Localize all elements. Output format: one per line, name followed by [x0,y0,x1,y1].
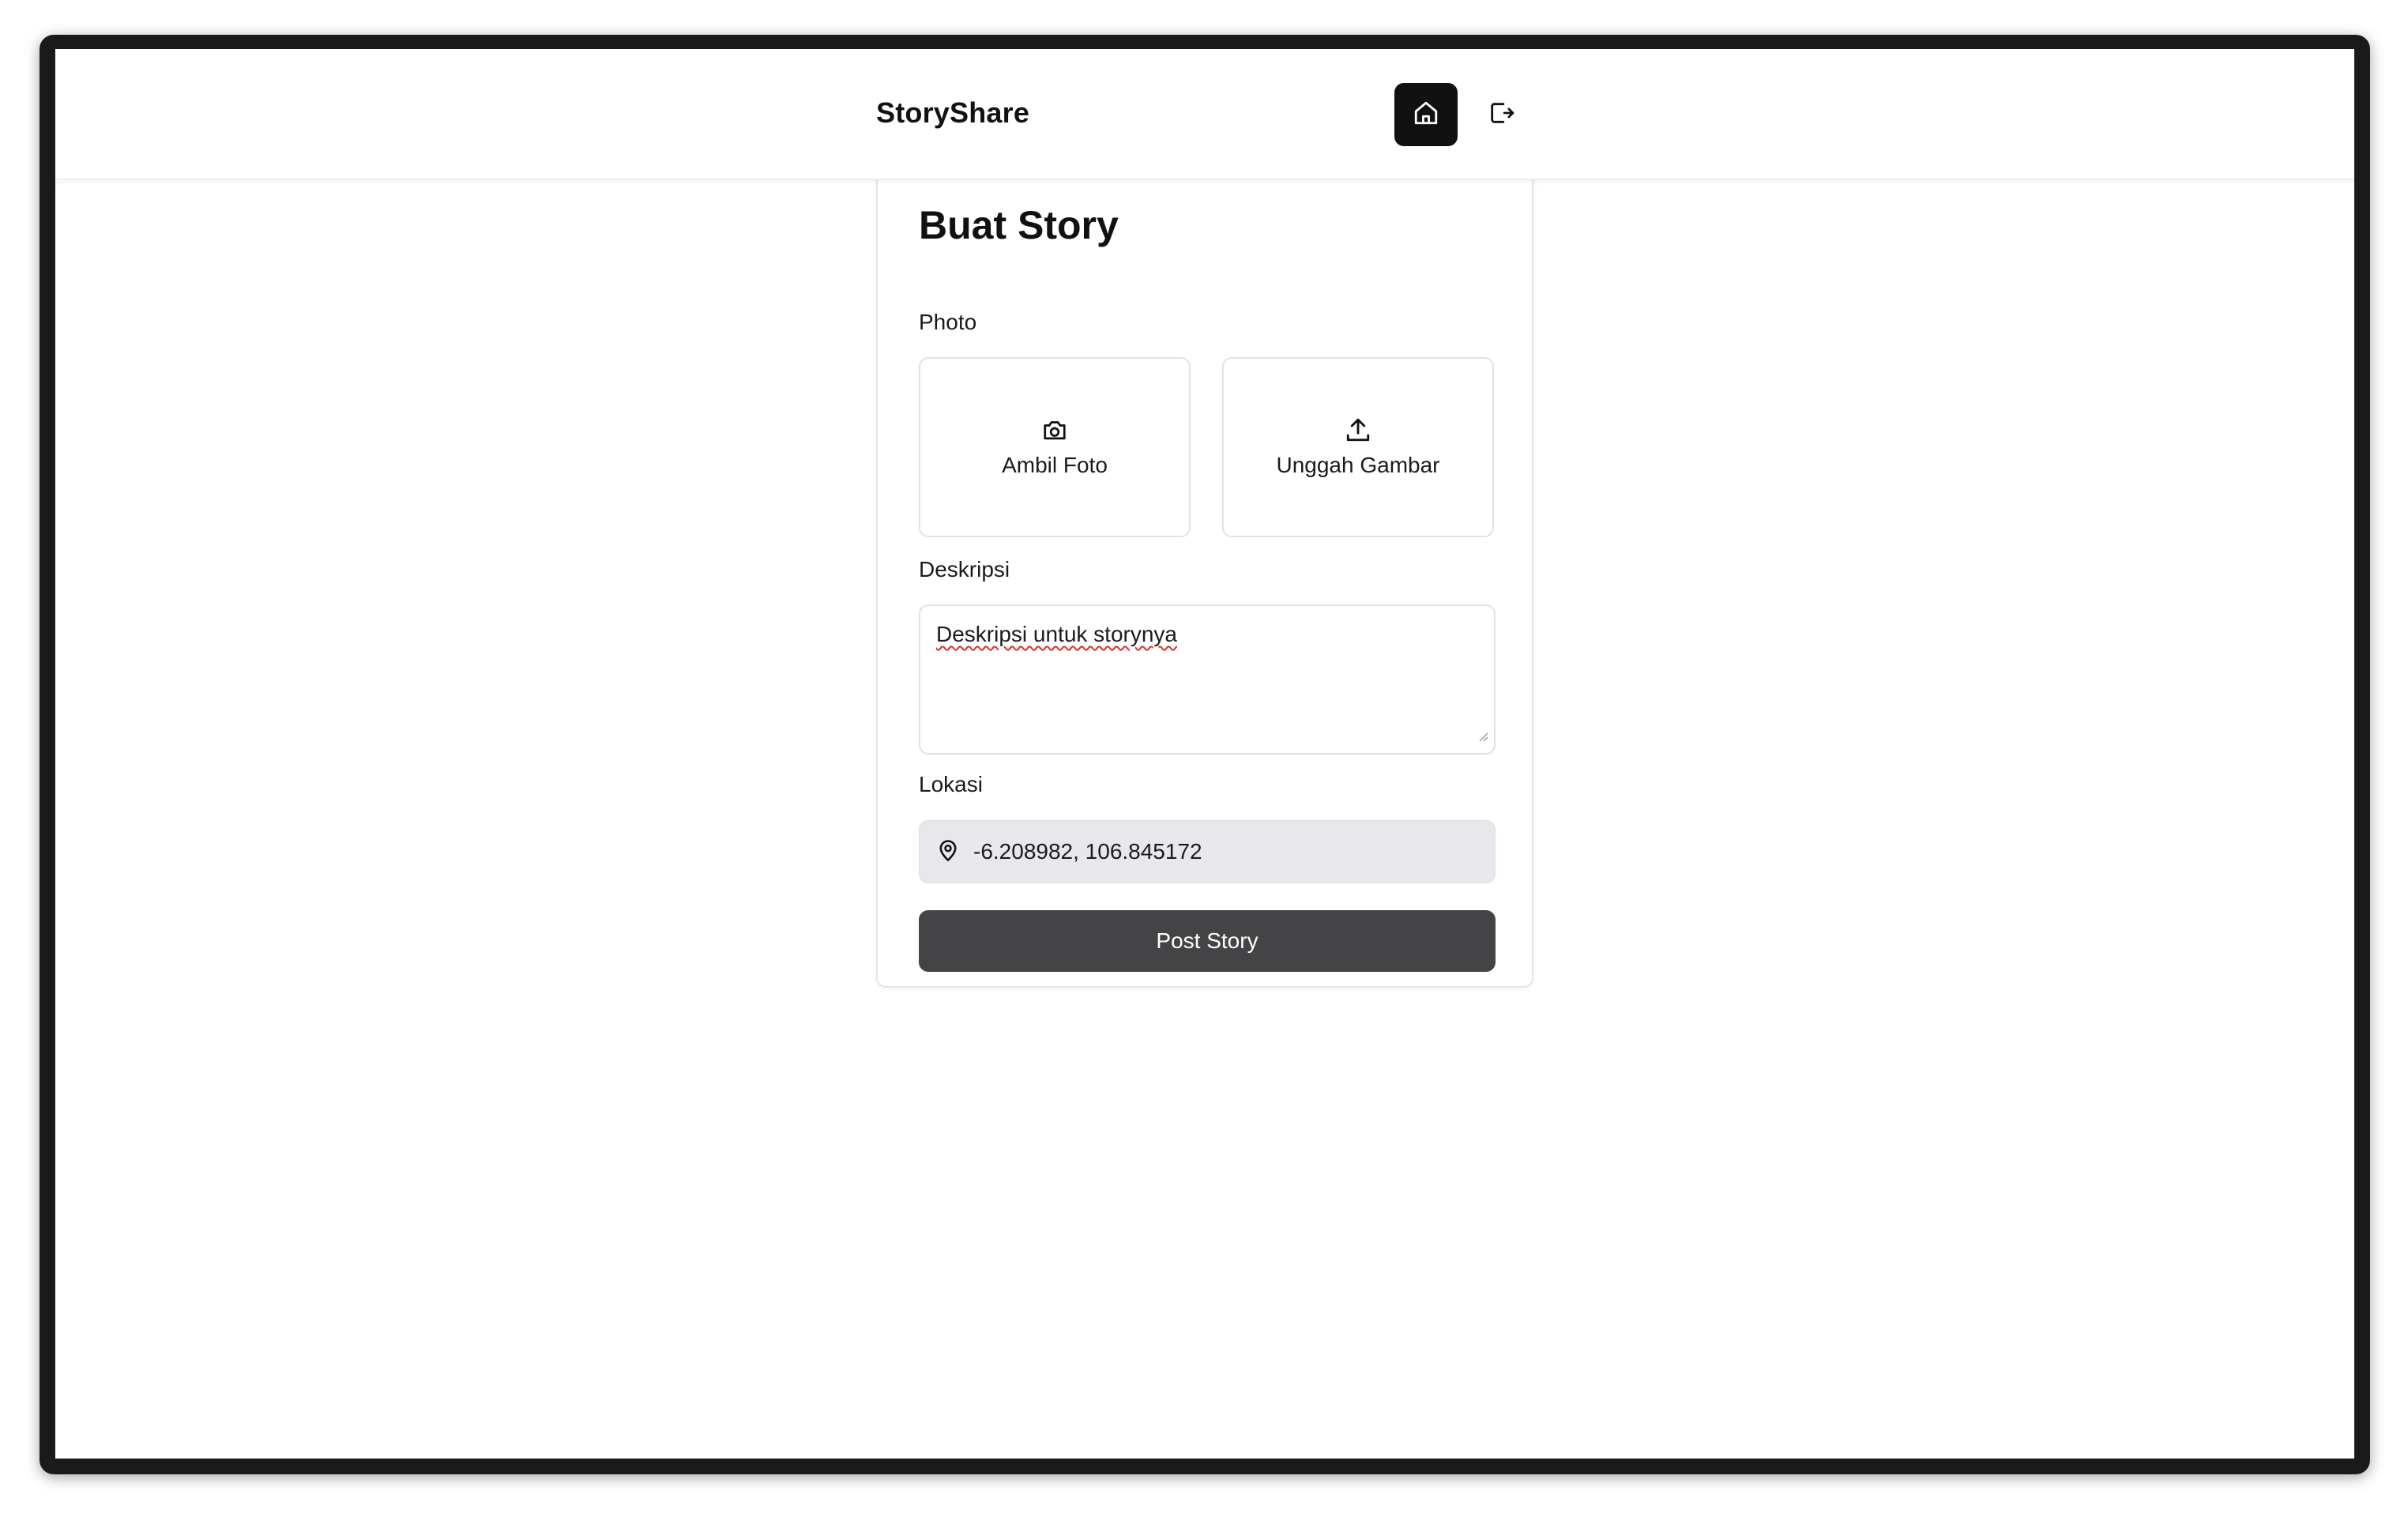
brand-logo[interactable]: StoryShare [876,96,1029,130]
description-textarea[interactable]: Deskripsi untuk storynya [919,604,1496,755]
take-photo-label: Ambil Foto [1002,453,1108,477]
camera-icon [1041,416,1068,443]
resize-handle-icon[interactable] [1475,723,1489,748]
page-title: Buat Story [919,203,1119,247]
upload-icon [1345,416,1371,443]
location-label: Lokasi [919,772,983,796]
location-field[interactable]: -6.208982, 106.845172 [919,820,1496,883]
description-text: Deskripsi untuk storynya [936,622,1178,646]
logout-button[interactable] [1469,83,1533,146]
description-label: Deskripsi [919,557,1010,582]
take-photo-button[interactable]: Ambil Foto [919,357,1191,537]
map-pin-icon [937,838,959,866]
home-icon [1413,100,1439,130]
home-button[interactable] [1394,83,1458,146]
photo-label: Photo [919,310,977,334]
app-screen: StoryShare Buat Story Photo Ambil Foto U… [55,49,2354,1459]
upload-image-button[interactable]: Unggah Gambar [1222,357,1494,537]
upload-image-label: Unggah Gambar [1276,453,1440,477]
logout-icon [1488,100,1514,130]
location-value: -6.208982, 106.845172 [973,839,1202,864]
create-story-card: Buat Story Photo Ambil Foto Unggah Gamba… [876,174,1533,988]
top-navbar: StoryShare [55,49,2354,179]
post-story-button[interactable]: Post Story [919,910,1496,972]
